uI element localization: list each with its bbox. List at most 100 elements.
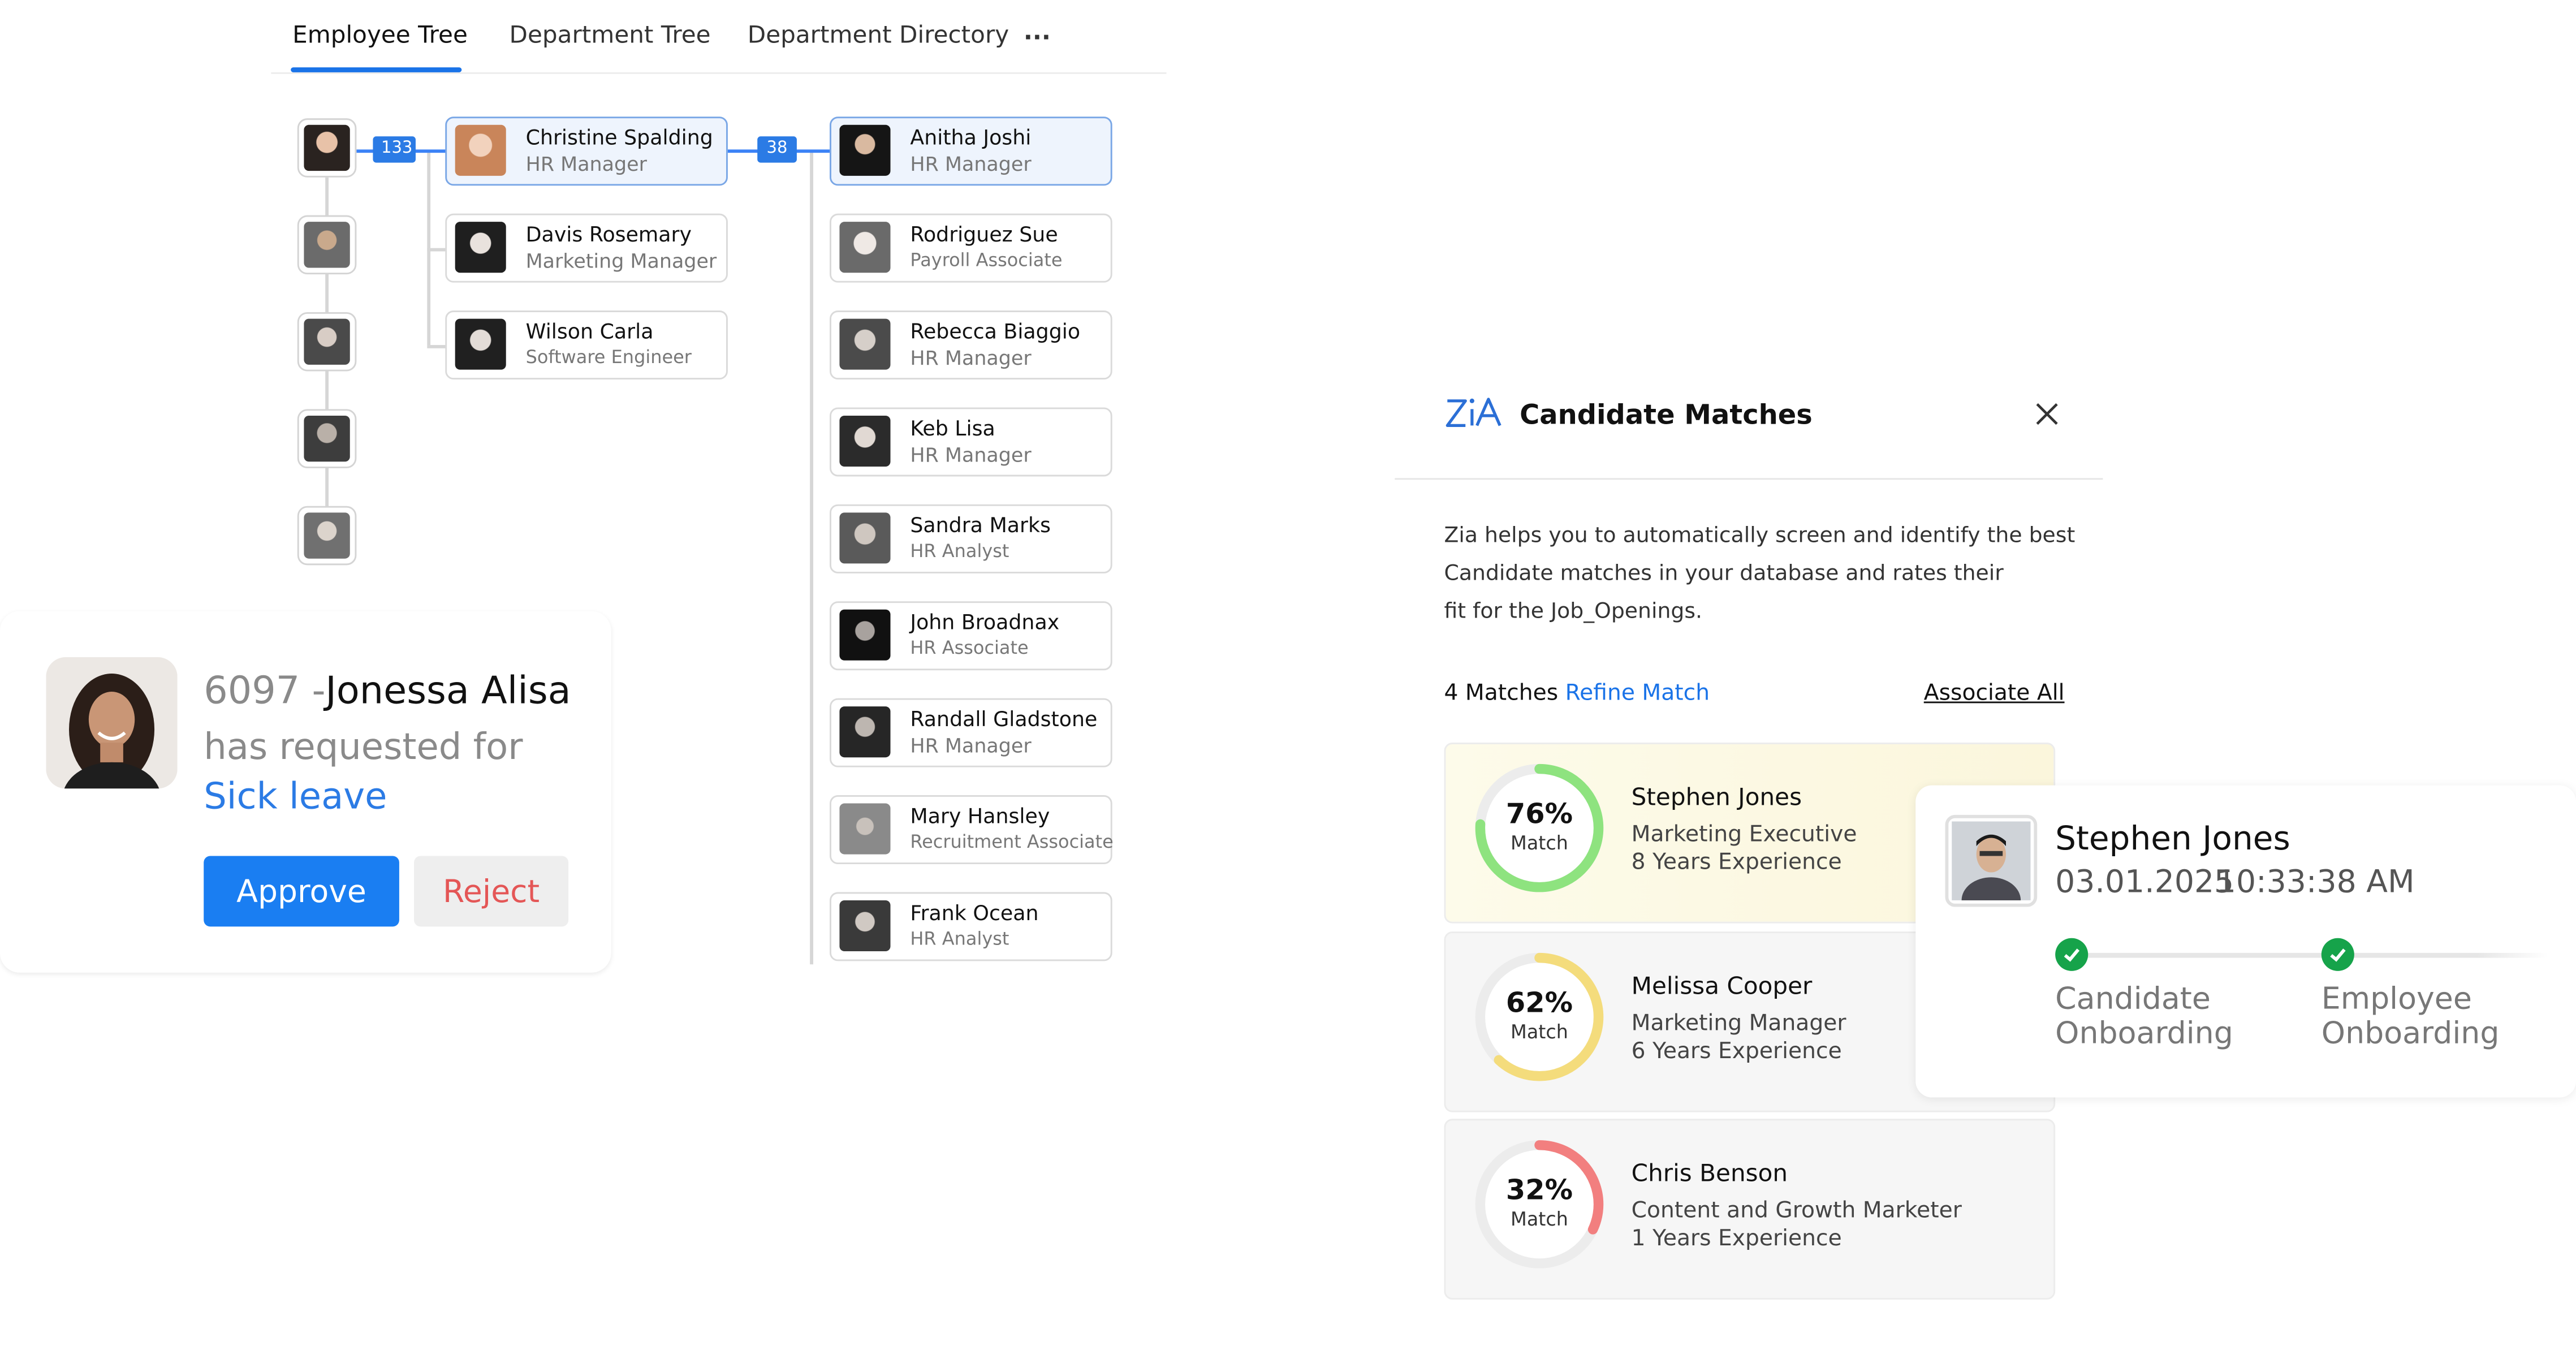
candidate-role: Content and Growth Marketer [1631,1197,1962,1224]
requester-avatar [46,657,178,789]
tab-department-directory[interactable]: Department Directory [748,23,1009,49]
avatar [839,706,891,758]
refine-match-link[interactable]: Refine Match [1565,680,1710,706]
employee-role: Recruitment Associate [910,831,1114,853]
candidate-name: Stephen Jones [2055,818,2290,858]
active-tab-indicator [291,67,462,72]
avatar [839,900,891,951]
employee-role: Payroll Associate [910,249,1063,271]
employee-name: Rodriguez Sue [910,222,1058,247]
employee-name: Rebecca Biaggio [910,318,1081,344]
avatar [839,124,891,176]
candidate-avatar [1945,814,2038,907]
description-line: Candidate matches in your database and r… [1444,562,2004,587]
employee-role: HR Analyst [910,928,1009,950]
employee-card[interactable]: Randall Gladstone HR Manager [830,698,1112,767]
employee-card[interactable]: Davis Rosemary Marketing Manager [445,213,728,283]
approve-button[interactable]: Approve [204,856,399,927]
employee-role: HR Manager [910,346,1032,370]
matches-count-label: 4 Matches [1444,680,1559,707]
avatar [839,222,891,273]
request-id: 6097 - [204,670,326,713]
employee-card[interactable]: Wilson Carla Software Engineer [445,310,728,380]
candidate-name: Chris Benson [1631,1161,1788,1188]
reportee-count-badge[interactable]: 38 [757,136,797,163]
page: Employee Tree Department Tree Department… [0,0,2576,1346]
associate-all-link[interactable]: Associate All [1924,680,2065,706]
match-percent: 76% [1505,798,1573,831]
avatar[interactable] [297,506,357,566]
tab-bar: Employee Tree Department Tree Department… [271,0,1167,74]
employee-name: Randall Gladstone [910,706,1098,731]
employee-card[interactable]: Keb Lisa HR Manager [830,407,1112,477]
match-percent: 62% [1505,987,1573,1021]
step-label: Employee [2321,982,2472,1017]
avatar [839,803,891,855]
tree-connector-wilson [427,345,447,348]
matches-count: 4 Matches Refine Match [1444,680,1710,706]
employee-name: Wilson Carla [525,318,654,344]
description-line: Zia helps you to automatically screen an… [1444,524,2076,549]
employee-card[interactable]: Rebecca Biaggio HR Manager [830,310,1112,380]
candidate-role: Marketing Manager [1631,1010,1846,1037]
avatar [455,318,506,370]
employee-card[interactable]: John Broadnax HR Associate [830,601,1112,671]
leave-type: Sick leave [204,777,387,818]
avatar[interactable] [297,118,357,178]
progress-track [2072,952,2548,958]
employee-card[interactable]: Frank Ocean HR Analyst [830,892,1112,961]
employee-card[interactable]: Christine Spalding HR Manager [445,117,728,186]
tab-department-tree[interactable]: Department Tree [510,23,711,49]
close-icon[interactable] [2032,399,2061,429]
candidate-name: Stephen Jones [1631,785,1802,812]
tab-employee-tree[interactable]: Employee Tree [292,23,468,49]
candidate-experience: 8 Years Experience [1631,849,1842,876]
candidate-role: Marketing Executive [1631,821,1857,848]
candidate-name: Melissa Cooper [1631,974,1813,1001]
employee-name: Mary Hansley [910,803,1050,829]
description-line: fit for the Job_Openings. [1444,599,1703,624]
onboarding-date: 03.01.2025 [2055,864,2234,900]
avatar [455,124,506,176]
employee-card[interactable]: Mary Hansley Recruitment Associate [830,795,1114,865]
reportee-count-badge[interactable]: 133 [373,136,416,163]
avatar [839,318,891,370]
more-tabs-button[interactable]: ... [1024,20,1051,46]
employee-name: Christine Spalding [525,124,713,150]
match-card[interactable]: 32% Match Chris Benson Content and Growt… [1444,1119,2056,1300]
employee-role: HR Manager [910,443,1032,467]
employee-card[interactable]: Anitha Joshi HR Manager [830,117,1112,186]
check-icon [2055,938,2089,971]
employee-name: Frank Ocean [910,900,1039,925]
employee-name: Sandra Marks [910,512,1051,537]
employee-role: Software Engineer [525,346,692,368]
employee-role: HR Manager [910,153,1032,176]
match-label: Match [1511,1020,1568,1043]
employee-role: HR Manager [910,734,1032,758]
employee-role: HR Analyst [910,540,1009,562]
avatar[interactable] [297,215,357,275]
employee-role: HR Manager [525,153,647,176]
candidate-experience: 6 Years Experience [1631,1038,1842,1065]
avatar [839,415,891,467]
avatar[interactable] [297,409,357,468]
panel-header: Candidate Matches [1395,353,2103,480]
employee-name: Davis Rosemary [525,222,692,247]
step-label: Onboarding [2321,1017,2500,1052]
employee-card[interactable]: Sandra Marks HR Analyst [830,504,1112,573]
onboarding-step: Employee Onboarding [2322,982,2500,1051]
avatar[interactable] [297,312,357,372]
onboarding-step: Candidate Onboarding [2055,982,2233,1051]
match-label: Match [1511,1207,1568,1231]
onboarding-time: 10:33:38 AM [2216,864,2415,900]
candidate-experience: 1 Years Experience [1631,1226,1842,1252]
employee-name: John Broadnax [910,609,1060,635]
employee-card[interactable]: Rodriguez Sue Payroll Associate [830,213,1112,283]
match-percent: 32% [1505,1175,1573,1208]
step-label: Candidate [2055,982,2211,1017]
reject-button[interactable]: Reject [414,856,569,927]
leave-request-card: 6097 - Jonessa Alisa has requested for S… [0,611,611,973]
employee-name: Anitha Joshi [910,124,1032,150]
requester-name: Jonessa Alisa [325,670,571,713]
tree-connector-davis [427,248,447,251]
